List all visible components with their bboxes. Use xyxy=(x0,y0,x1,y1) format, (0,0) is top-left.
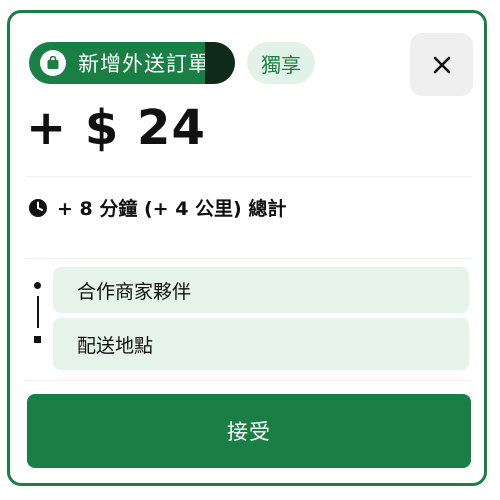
accept-button[interactable]: 接受 xyxy=(27,394,471,468)
exclusive-badge: 獨享 xyxy=(247,42,315,84)
dropoff-location: 配送地點 xyxy=(53,318,469,370)
order-price: + $ 24 xyxy=(26,100,206,156)
divider xyxy=(26,380,472,381)
close-icon xyxy=(433,56,450,73)
new-delivery-order-badge: 新增外送訂單 xyxy=(29,42,235,84)
divider xyxy=(26,176,472,177)
divider xyxy=(26,258,472,259)
time-distance-text: + 8 分鐘 (+ 4 公里) 總計 xyxy=(57,198,287,220)
close-button[interactable] xyxy=(410,33,473,96)
clock-icon xyxy=(29,198,47,217)
pickup-dot-icon xyxy=(34,282,41,289)
dropoff-square-icon xyxy=(34,336,41,343)
pickup-location: 合作商家夥伴 xyxy=(53,267,469,313)
new-delivery-order-label: 新增外送訂單 xyxy=(78,52,210,76)
route-line xyxy=(37,296,39,328)
time-distance-summary: + 8 分鐘 (+ 4 公里) 總計 xyxy=(28,194,286,221)
shopping-bag-icon xyxy=(40,50,66,76)
